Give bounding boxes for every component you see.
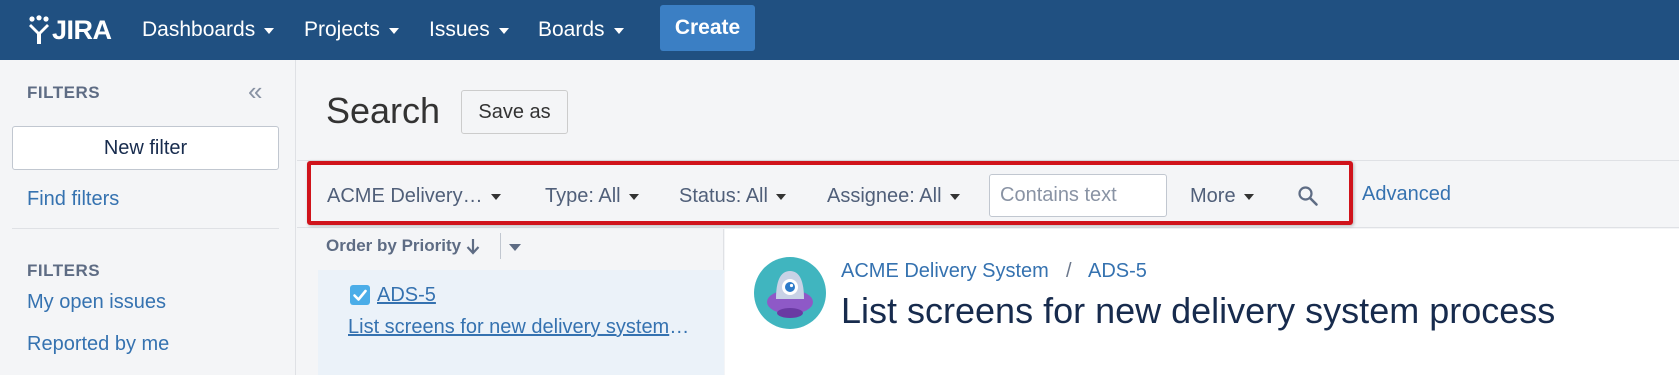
chevron-down-icon	[498, 28, 509, 34]
breadcrumb-project[interactable]: ACME Delivery System	[841, 260, 1049, 283]
find-filters-link[interactable]: Find filters	[27, 188, 119, 211]
filter-my-open-issues[interactable]: My open issues	[27, 291, 166, 314]
nav-dashboards[interactable]: Dashboards	[142, 0, 275, 60]
issue-summary-link[interactable]: List screens for new delivery system pro…	[348, 316, 690, 339]
collapse-sidebar-icon[interactable]: «	[248, 78, 270, 104]
top-navigation: JIRA Dashboards Projects Issues Boards C…	[0, 0, 1679, 60]
chevron-down-icon	[264, 28, 275, 34]
order-by-priority[interactable]: Order by Priority	[326, 236, 480, 256]
jira-mark-icon	[29, 15, 49, 44]
nav-boards[interactable]: Boards	[538, 0, 624, 60]
page-title: Search	[326, 90, 441, 131]
breadcrumb-separator: /	[1066, 260, 1072, 282]
issue-key-link[interactable]: ADS-5	[377, 284, 436, 307]
filter-reported-by-me[interactable]: Reported by me	[27, 333, 169, 356]
filters-heading: FILTERS	[27, 261, 101, 280]
sort-descending-icon	[466, 239, 480, 255]
filters-sidebar: FILTERS « New filter Find filters FILTER…	[0, 60, 296, 375]
jira-logo[interactable]: JIRA	[28, 10, 112, 50]
sidebar-divider	[12, 228, 279, 229]
nav-issues[interactable]: Issues	[429, 0, 509, 60]
save-as-button[interactable]: Save as	[461, 90, 568, 134]
issue-title: List screens for new delivery system pro…	[841, 290, 1556, 331]
logo-text: JIRA	[52, 14, 112, 45]
new-filter-button[interactable]: New filter	[12, 126, 279, 170]
advanced-search-link[interactable]: Advanced	[1362, 183, 1451, 206]
nav-projects[interactable]: Projects	[304, 0, 399, 60]
chevron-down-icon	[388, 28, 399, 34]
nav-label: Dashboards	[142, 18, 256, 41]
order-options-caret-icon[interactable]	[509, 244, 521, 251]
breadcrumb-issue-key[interactable]: ADS-5	[1088, 260, 1147, 283]
chevron-down-icon	[613, 28, 624, 34]
order-separator	[500, 233, 501, 259]
project-avatar-icon[interactable]	[754, 257, 826, 329]
nav-label: Projects	[304, 18, 380, 41]
task-type-icon	[350, 285, 370, 305]
criteria-highlight-box	[307, 161, 1353, 225]
create-button[interactable]: Create	[660, 5, 755, 51]
nav-label: Boards	[538, 18, 605, 41]
order-by-label: Order by Priority	[326, 236, 462, 255]
nav-label: Issues	[429, 18, 490, 41]
sidebar-heading: FILTERS	[27, 83, 101, 102]
